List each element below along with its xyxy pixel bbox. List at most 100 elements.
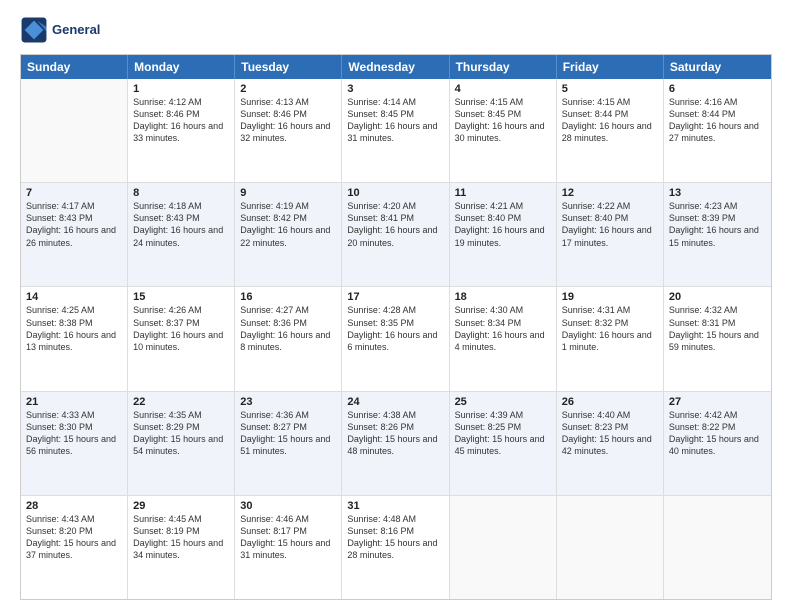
day-info: Sunrise: 4:21 AM Sunset: 8:40 PM Dayligh… (455, 200, 551, 249)
day-number: 24 (347, 396, 443, 408)
day-info: Sunrise: 4:43 AM Sunset: 8:20 PM Dayligh… (26, 513, 122, 562)
day-info: Sunrise: 4:40 AM Sunset: 8:23 PM Dayligh… (562, 409, 658, 458)
calendar-row: 21Sunrise: 4:33 AM Sunset: 8:30 PM Dayli… (21, 392, 771, 496)
day-info: Sunrise: 4:15 AM Sunset: 8:44 PM Dayligh… (562, 96, 658, 145)
day-info: Sunrise: 4:25 AM Sunset: 8:38 PM Dayligh… (26, 304, 122, 353)
calendar-cell: 16Sunrise: 4:27 AM Sunset: 8:36 PM Dayli… (235, 287, 342, 390)
day-number: 3 (347, 83, 443, 95)
logo-text: General (52, 22, 100, 38)
header: General (20, 16, 772, 44)
day-number: 9 (240, 187, 336, 199)
day-number: 11 (455, 187, 551, 199)
day-number: 27 (669, 396, 766, 408)
logo-icon (20, 16, 48, 44)
calendar-cell: 13Sunrise: 4:23 AM Sunset: 8:39 PM Dayli… (664, 183, 771, 286)
day-info: Sunrise: 4:26 AM Sunset: 8:37 PM Dayligh… (133, 304, 229, 353)
calendar-cell: 24Sunrise: 4:38 AM Sunset: 8:26 PM Dayli… (342, 392, 449, 495)
day-number: 14 (26, 291, 122, 303)
header-cell-saturday: Saturday (664, 55, 771, 79)
day-number: 12 (562, 187, 658, 199)
calendar-cell: 28Sunrise: 4:43 AM Sunset: 8:20 PM Dayli… (21, 496, 128, 599)
calendar-body: 1Sunrise: 4:12 AM Sunset: 8:46 PM Daylig… (21, 79, 771, 599)
calendar-cell: 11Sunrise: 4:21 AM Sunset: 8:40 PM Dayli… (450, 183, 557, 286)
calendar-cell: 5Sunrise: 4:15 AM Sunset: 8:44 PM Daylig… (557, 79, 664, 182)
calendar-cell: 29Sunrise: 4:45 AM Sunset: 8:19 PM Dayli… (128, 496, 235, 599)
calendar-cell (557, 496, 664, 599)
day-number: 2 (240, 83, 336, 95)
day-info: Sunrise: 4:30 AM Sunset: 8:34 PM Dayligh… (455, 304, 551, 353)
day-number: 17 (347, 291, 443, 303)
header-cell-friday: Friday (557, 55, 664, 79)
day-info: Sunrise: 4:42 AM Sunset: 8:22 PM Dayligh… (669, 409, 766, 458)
calendar-cell: 6Sunrise: 4:16 AM Sunset: 8:44 PM Daylig… (664, 79, 771, 182)
day-number: 26 (562, 396, 658, 408)
day-info: Sunrise: 4:18 AM Sunset: 8:43 PM Dayligh… (133, 200, 229, 249)
day-number: 10 (347, 187, 443, 199)
day-number: 16 (240, 291, 336, 303)
day-number: 6 (669, 83, 766, 95)
calendar-cell: 30Sunrise: 4:46 AM Sunset: 8:17 PM Dayli… (235, 496, 342, 599)
day-info: Sunrise: 4:46 AM Sunset: 8:17 PM Dayligh… (240, 513, 336, 562)
calendar-row: 1Sunrise: 4:12 AM Sunset: 8:46 PM Daylig… (21, 79, 771, 183)
calendar-cell: 15Sunrise: 4:26 AM Sunset: 8:37 PM Dayli… (128, 287, 235, 390)
day-info: Sunrise: 4:19 AM Sunset: 8:42 PM Dayligh… (240, 200, 336, 249)
header-cell-sunday: Sunday (21, 55, 128, 79)
calendar-cell: 17Sunrise: 4:28 AM Sunset: 8:35 PM Dayli… (342, 287, 449, 390)
day-number: 22 (133, 396, 229, 408)
calendar-cell: 21Sunrise: 4:33 AM Sunset: 8:30 PM Dayli… (21, 392, 128, 495)
calendar-cell: 3Sunrise: 4:14 AM Sunset: 8:45 PM Daylig… (342, 79, 449, 182)
day-number: 28 (26, 500, 122, 512)
calendar-cell: 31Sunrise: 4:48 AM Sunset: 8:16 PM Dayli… (342, 496, 449, 599)
calendar-header: SundayMondayTuesdayWednesdayThursdayFrid… (21, 55, 771, 79)
calendar-row: 14Sunrise: 4:25 AM Sunset: 8:38 PM Dayli… (21, 287, 771, 391)
day-number: 15 (133, 291, 229, 303)
day-info: Sunrise: 4:15 AM Sunset: 8:45 PM Dayligh… (455, 96, 551, 145)
day-info: Sunrise: 4:31 AM Sunset: 8:32 PM Dayligh… (562, 304, 658, 353)
day-info: Sunrise: 4:48 AM Sunset: 8:16 PM Dayligh… (347, 513, 443, 562)
day-info: Sunrise: 4:36 AM Sunset: 8:27 PM Dayligh… (240, 409, 336, 458)
day-number: 25 (455, 396, 551, 408)
calendar-cell: 12Sunrise: 4:22 AM Sunset: 8:40 PM Dayli… (557, 183, 664, 286)
day-number: 4 (455, 83, 551, 95)
calendar-cell (450, 496, 557, 599)
day-number: 20 (669, 291, 766, 303)
day-number: 7 (26, 187, 122, 199)
calendar: SundayMondayTuesdayWednesdayThursdayFrid… (20, 54, 772, 600)
calendar-row: 7Sunrise: 4:17 AM Sunset: 8:43 PM Daylig… (21, 183, 771, 287)
calendar-cell: 20Sunrise: 4:32 AM Sunset: 8:31 PM Dayli… (664, 287, 771, 390)
day-info: Sunrise: 4:16 AM Sunset: 8:44 PM Dayligh… (669, 96, 766, 145)
header-cell-monday: Monday (128, 55, 235, 79)
day-info: Sunrise: 4:12 AM Sunset: 8:46 PM Dayligh… (133, 96, 229, 145)
calendar-cell: 19Sunrise: 4:31 AM Sunset: 8:32 PM Dayli… (557, 287, 664, 390)
logo: General (20, 16, 104, 44)
header-cell-wednesday: Wednesday (342, 55, 449, 79)
day-info: Sunrise: 4:39 AM Sunset: 8:25 PM Dayligh… (455, 409, 551, 458)
day-number: 13 (669, 187, 766, 199)
day-info: Sunrise: 4:22 AM Sunset: 8:40 PM Dayligh… (562, 200, 658, 249)
header-cell-thursday: Thursday (450, 55, 557, 79)
header-cell-tuesday: Tuesday (235, 55, 342, 79)
day-number: 21 (26, 396, 122, 408)
calendar-cell: 25Sunrise: 4:39 AM Sunset: 8:25 PM Dayli… (450, 392, 557, 495)
calendar-cell: 1Sunrise: 4:12 AM Sunset: 8:46 PM Daylig… (128, 79, 235, 182)
calendar-cell: 18Sunrise: 4:30 AM Sunset: 8:34 PM Dayli… (450, 287, 557, 390)
day-info: Sunrise: 4:20 AM Sunset: 8:41 PM Dayligh… (347, 200, 443, 249)
calendar-cell: 14Sunrise: 4:25 AM Sunset: 8:38 PM Dayli… (21, 287, 128, 390)
day-info: Sunrise: 4:23 AM Sunset: 8:39 PM Dayligh… (669, 200, 766, 249)
day-number: 5 (562, 83, 658, 95)
calendar-cell: 8Sunrise: 4:18 AM Sunset: 8:43 PM Daylig… (128, 183, 235, 286)
calendar-cell: 2Sunrise: 4:13 AM Sunset: 8:46 PM Daylig… (235, 79, 342, 182)
day-info: Sunrise: 4:14 AM Sunset: 8:45 PM Dayligh… (347, 96, 443, 145)
day-info: Sunrise: 4:17 AM Sunset: 8:43 PM Dayligh… (26, 200, 122, 249)
day-info: Sunrise: 4:33 AM Sunset: 8:30 PM Dayligh… (26, 409, 122, 458)
day-number: 30 (240, 500, 336, 512)
calendar-row: 28Sunrise: 4:43 AM Sunset: 8:20 PM Dayli… (21, 496, 771, 599)
day-info: Sunrise: 4:38 AM Sunset: 8:26 PM Dayligh… (347, 409, 443, 458)
calendar-cell (21, 79, 128, 182)
calendar-cell: 4Sunrise: 4:15 AM Sunset: 8:45 PM Daylig… (450, 79, 557, 182)
calendar-cell: 10Sunrise: 4:20 AM Sunset: 8:41 PM Dayli… (342, 183, 449, 286)
day-info: Sunrise: 4:13 AM Sunset: 8:46 PM Dayligh… (240, 96, 336, 145)
day-number: 31 (347, 500, 443, 512)
day-info: Sunrise: 4:28 AM Sunset: 8:35 PM Dayligh… (347, 304, 443, 353)
day-info: Sunrise: 4:27 AM Sunset: 8:36 PM Dayligh… (240, 304, 336, 353)
